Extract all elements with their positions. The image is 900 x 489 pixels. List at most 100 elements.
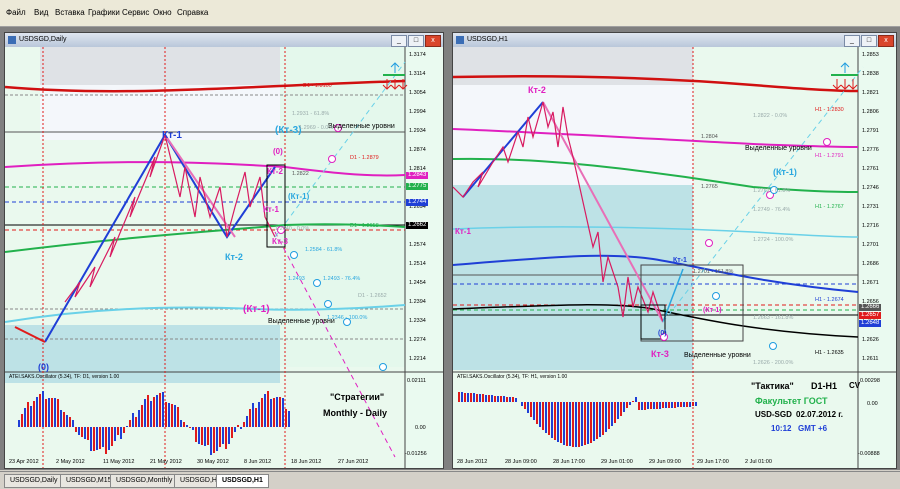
oscillator-bar [596,402,598,439]
oscillator-bar [213,427,215,453]
oscillator-bar [521,402,523,406]
date-label: 29 Jun 17:00 [697,459,729,465]
price-scale-label: 1.2731 [862,204,879,210]
oscillator-bar [165,402,167,427]
menu-charts[interactable]: Графики [88,8,120,17]
menu-service[interactable]: Сервис [122,8,149,17]
oscillator-bar [96,427,98,450]
oscillator-bar [551,402,553,438]
oscillator-bar [629,402,631,405]
date-label: 21 May 2012 [150,459,182,465]
tactic-cv: CV [849,381,861,390]
oscillator-bar [584,402,586,445]
price-scale-label: 1.2454 [409,280,426,286]
oscillator-bar [144,399,146,427]
label-kt3: Кт-3 [651,349,669,359]
minimize-button[interactable]: _ [844,35,860,47]
level-h1-e: H1 - 1.2635 [815,350,844,356]
close-button[interactable]: x [878,35,894,47]
oscillator-bar [497,396,499,402]
level-t4: 1.2762 - 61.8% [753,188,791,194]
oscillator-bar [183,422,185,427]
chart-window-daily[interactable]: USDSGD,Daily _ □ x Кт-1 (Кт-3) Выделенны… [4,32,444,469]
oscillator-bar [632,401,634,402]
menu-file[interactable]: Файл [6,8,26,17]
maximize-button[interactable]: □ [408,35,424,47]
tab-h1[interactable]: USDSGD,H1 [216,474,269,488]
oscillator-bar [599,402,601,437]
price-scale-label: 1.2806 [862,109,879,115]
oscillator-bar [150,401,152,427]
level-t1: 1.2969 - 0.0% [299,125,334,131]
oscillator-bar [467,393,469,402]
oscillator-bar [36,397,38,427]
label-kt1-left: Кт-1 [455,227,471,236]
oscillator-bar [458,392,460,402]
oscillator-bar [626,402,628,408]
minimize-button[interactable]: _ [391,35,407,47]
chart-icon [8,36,16,44]
oscillator-bar [111,427,113,446]
menu-window[interactable]: Окно [153,8,172,17]
level-t3: 1.2765 [701,184,718,190]
menu-help[interactable]: Справка [177,8,208,17]
oscillator-bar [129,420,131,427]
level-t4: 1.2640 - 0.0% [275,226,310,232]
tab-m15[interactable]: USDSGD,M15 [60,474,118,488]
level-h1-b: H1 - 1.2791 [815,153,844,159]
oscillator-bar [282,398,284,427]
osc-scale-label: -0.01256 [405,451,427,457]
label-kt1-cyan: (Кт-1) [288,192,310,201]
level-t3: 1.2822 [292,171,309,177]
tab-daily[interactable]: USDSGD,Daily [4,474,64,488]
date-label: 28 Jun 09:00 [505,459,537,465]
oscillator-bar [494,396,496,402]
date-label: 28 Jun 17:00 [553,459,585,465]
price-scale-label: 1.2994 [409,109,426,115]
oscillator-bar [602,402,604,435]
oscillator-bar [132,413,134,427]
price-scale-label: 1.2334 [409,318,426,324]
oscillator-bar [470,393,472,402]
oscillator-bar [117,427,119,435]
oscillator-bar [656,402,658,409]
date-label: 29 Jun 09:00 [649,459,681,465]
oscillator-bar [225,427,227,449]
price-scale-label: 1.2761 [862,166,879,172]
pair-label: USD-SGD [755,410,792,419]
price-scale-label: 1.2716 [862,223,879,229]
price-chart[interactable]: Кт-2 Кт-1 Кт-1 (Кт-1) (Кт-1) (0) Кт-3 Вы… [453,47,896,468]
osc-scale-label: 0.00298 [860,378,880,384]
chart-icon [456,36,464,44]
oscillator-bar [153,397,155,427]
menu-insert[interactable]: Вставка [55,8,85,17]
label-zero: (0) [38,362,49,372]
maximize-button[interactable]: □ [861,35,877,47]
close-button[interactable]: x [425,35,441,47]
window-title: USDSGD,Daily [19,36,67,43]
oscillator-bar [638,402,640,410]
oscillator-bar [665,402,667,408]
menu-view[interactable]: Вид [34,8,48,17]
price-scale-label: 1.3054 [409,90,426,96]
tab-monthly[interactable]: USDSGD,Monthly [110,474,179,488]
price-chart[interactable]: Кт-1 (Кт-3) Выделенные уровни (0) Кт-2 (… [5,47,443,468]
level-t6: 1.2493 [288,276,305,282]
label-levels-bottom: Выделенные уровни [684,352,751,359]
oscillator-bar [201,427,203,445]
window-title: USDSGD,H1 [467,36,508,43]
oscillator-bar [258,402,260,427]
oscillator-bar [548,402,550,435]
price-scale-label: 1.2214 [409,356,426,362]
oscillator-bar [63,412,65,427]
oscillator-bar [159,393,161,427]
window-titlebar[interactable]: USDSGD,H1 _ □ x [453,33,896,47]
chart-window-h1[interactable]: USDSGD,H1 _ □ x Кт-2 Кт-1 Кт-1 (Кт-1) (К… [452,32,897,469]
oscillator-bar [126,426,128,427]
label-kt2: Кт-2 [225,252,243,262]
oscillator-bar [482,394,484,402]
price-scale-label: 1.2838 [862,71,879,77]
window-titlebar[interactable]: USDSGD,Daily _ □ x [5,33,443,47]
oscillator-bar [545,402,547,433]
oscillator-bar [264,394,266,427]
